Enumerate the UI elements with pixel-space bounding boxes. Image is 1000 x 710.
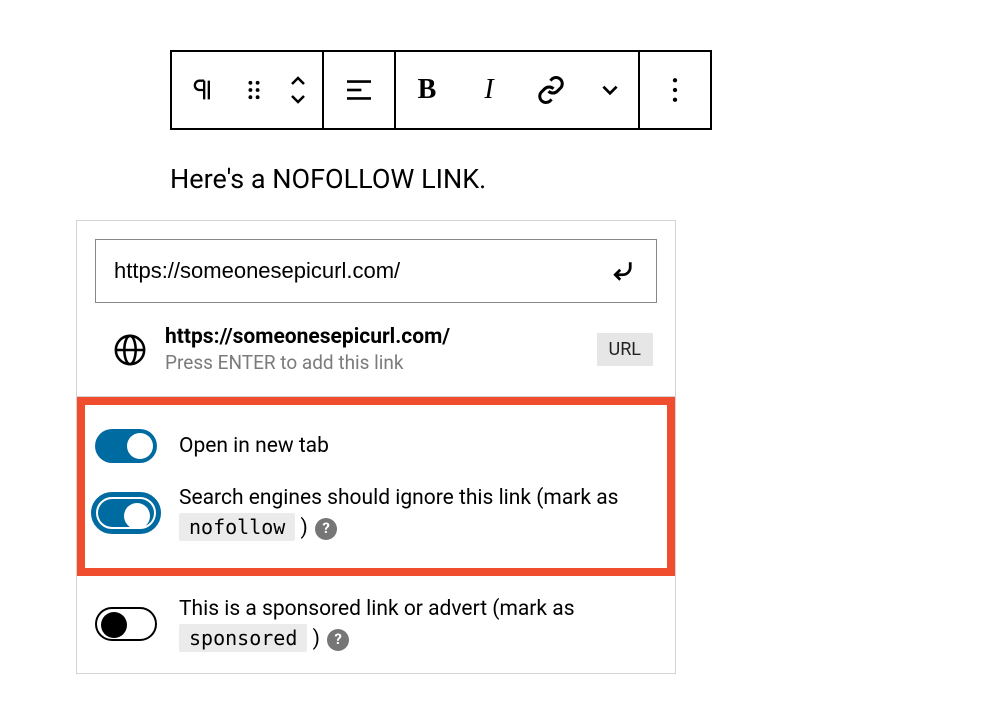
move-button[interactable] — [274, 52, 322, 128]
chevron-down-icon — [599, 79, 621, 101]
url-badge: URL — [597, 333, 653, 366]
link-settings-popover: https://someonesepicurl.com/ Press ENTER… — [76, 220, 676, 674]
paragraph-block-button[interactable] — [172, 52, 234, 128]
more-vertical-icon — [671, 77, 679, 103]
toggle-label-open-new-tab: Open in new tab — [179, 431, 329, 461]
enter-icon — [609, 256, 639, 286]
toggle-sponsored[interactable] — [95, 607, 157, 641]
drag-handle-button[interactable] — [234, 52, 274, 128]
url-input-container — [95, 239, 657, 303]
align-button[interactable] — [324, 52, 394, 128]
link-icon — [536, 75, 566, 105]
toggle-open-new-tab[interactable] — [95, 429, 157, 463]
chevron-up-down-icon — [288, 75, 308, 105]
toggle-label-nofollow: Search engines should ignore this link (… — [179, 483, 657, 544]
sponsored-code: sponsored — [179, 624, 307, 652]
align-left-icon — [344, 78, 374, 102]
drag-icon — [244, 78, 264, 102]
highlighted-toggles: Open in new tab Search engines should ig… — [77, 397, 675, 576]
toggle-row-open-new-tab: Open in new tab — [95, 419, 657, 473]
toolbar-group-format: B I — [396, 52, 640, 128]
toolbar-group-align — [324, 52, 396, 128]
italic-icon: I — [484, 74, 493, 106]
toggle-row-sponsored: This is a sponsored link or advert (mark… — [95, 576, 657, 655]
nofollow-code: nofollow — [179, 513, 295, 541]
paragraph-icon — [189, 76, 217, 104]
more-rich-text-button[interactable] — [582, 52, 638, 128]
url-input[interactable] — [112, 257, 604, 285]
options-button[interactable] — [640, 52, 710, 128]
bold-button[interactable]: B — [396, 52, 458, 128]
suggestion-text: https://someonesepicurl.com/ Press ENTER… — [165, 325, 587, 374]
italic-button[interactable]: I — [458, 52, 520, 128]
bold-icon: B — [418, 74, 437, 106]
help-icon[interactable]: ? — [327, 629, 349, 651]
submit-link-button[interactable] — [604, 251, 644, 291]
link-suggestion[interactable]: https://someonesepicurl.com/ Press ENTER… — [95, 325, 657, 396]
toggle-row-nofollow: Search engines should ignore this link (… — [95, 473, 657, 554]
suggestion-url: https://someonesepicurl.com/ — [165, 325, 587, 349]
globe-icon — [113, 333, 147, 367]
block-toolbar: B I — [170, 50, 712, 130]
suggestion-hint: Press ENTER to add this link — [165, 351, 587, 374]
help-icon[interactable]: ? — [315, 518, 337, 540]
toggle-nofollow[interactable] — [91, 492, 161, 534]
toggle-label-sponsored: This is a sponsored link or advert (mark… — [179, 594, 657, 655]
paragraph-content[interactable]: Here's a NOFOLLOW LINK. — [170, 163, 486, 195]
toolbar-group-options — [640, 52, 710, 128]
toolbar-group-block — [172, 52, 324, 128]
link-button[interactable] — [520, 52, 582, 128]
